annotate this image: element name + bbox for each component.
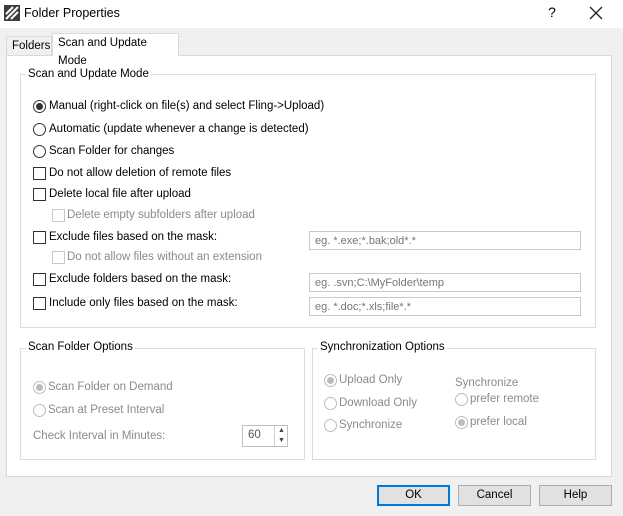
radio-prefer-remote[interactable] <box>455 393 468 406</box>
radio-automatic-label: Automatic (update whenever a change is d… <box>49 123 309 135</box>
cancel-button[interactable]: Cancel <box>458 485 531 506</box>
spin-down-icon[interactable]: ▼ <box>274 436 288 446</box>
radio-upload-only-label: Upload Only <box>339 374 403 386</box>
interval-value: 60 <box>248 429 261 441</box>
radio-manual-label: Manual (right-click on file(s) and selec… <box>49 100 325 112</box>
checkbox-include-only[interactable] <box>33 297 46 310</box>
radio-synchronize-label: Synchronize <box>339 419 403 431</box>
radio-download-only[interactable] <box>324 397 337 410</box>
checkbox-delete-empty-subfolders[interactable] <box>52 209 65 222</box>
tab-folders[interactable]: Folders <box>6 36 52 56</box>
tab-scan-update-mode[interactable]: Scan and Update Mode <box>52 33 179 67</box>
radio-scan-preset-label: Scan at Preset Interval <box>48 404 165 416</box>
checkbox-no-extension-label: Do not allow files without an extension <box>67 251 262 263</box>
checkbox-include-only-label: Include only files based on the mask: <box>49 297 238 309</box>
include-only-input[interactable] <box>309 297 581 316</box>
checkbox-exclude-folders-label: Exclude folders based on the mask: <box>49 273 232 285</box>
checkbox-no-extension[interactable] <box>52 251 65 264</box>
window-title: Folder Properties <box>24 6 120 20</box>
checkbox-no-delete-remote-label: Do not allow deletion of remote files <box>49 167 232 179</box>
spin-up-icon[interactable]: ▲ <box>274 426 288 436</box>
ok-button[interactable]: OK <box>377 485 450 506</box>
radio-prefer-local-label: prefer local <box>470 416 527 428</box>
radio-scan-folder-label: Scan Folder for changes <box>49 145 175 157</box>
interval-label: Check Interval in Minutes: <box>33 430 166 442</box>
radio-synchronize[interactable] <box>324 419 337 432</box>
checkbox-no-delete-remote[interactable] <box>33 167 46 180</box>
checkbox-exclude-files-label: Exclude files based on the mask: <box>49 231 218 243</box>
radio-scan-preset[interactable] <box>33 404 46 417</box>
synchronize-sub-label: Synchronize <box>455 377 519 389</box>
scan-update-group-title: Scan and Update Mode <box>26 68 151 80</box>
radio-scan-on-demand-label: Scan Folder on Demand <box>48 381 173 393</box>
radio-download-only-label: Download Only <box>339 397 417 409</box>
radio-automatic[interactable] <box>33 123 46 136</box>
checkbox-delete-empty-subfolders-label: Delete empty subfolders after upload <box>67 209 255 221</box>
checkbox-delete-local[interactable] <box>33 188 46 201</box>
radio-manual[interactable] <box>33 100 46 113</box>
radio-scan-on-demand[interactable] <box>33 381 46 394</box>
checkbox-delete-local-label: Delete local file after upload <box>49 188 191 200</box>
help-title-button[interactable]: ? <box>545 4 559 20</box>
sync-options-title: Synchronization Options <box>318 341 447 353</box>
scan-folder-options-title: Scan Folder Options <box>26 341 135 353</box>
radio-upload-only[interactable] <box>324 374 337 387</box>
close-icon[interactable] <box>586 3 606 23</box>
radio-prefer-local[interactable] <box>455 416 468 429</box>
help-button[interactable]: Help <box>539 485 612 506</box>
app-icon <box>4 5 20 21</box>
checkbox-exclude-folders[interactable] <box>33 273 46 286</box>
radio-prefer-remote-label: prefer remote <box>470 393 540 405</box>
radio-scan-folder[interactable] <box>33 145 46 158</box>
exclude-folders-input[interactable] <box>309 273 581 292</box>
exclude-files-input[interactable] <box>309 231 581 250</box>
checkbox-exclude-files[interactable] <box>33 231 46 244</box>
